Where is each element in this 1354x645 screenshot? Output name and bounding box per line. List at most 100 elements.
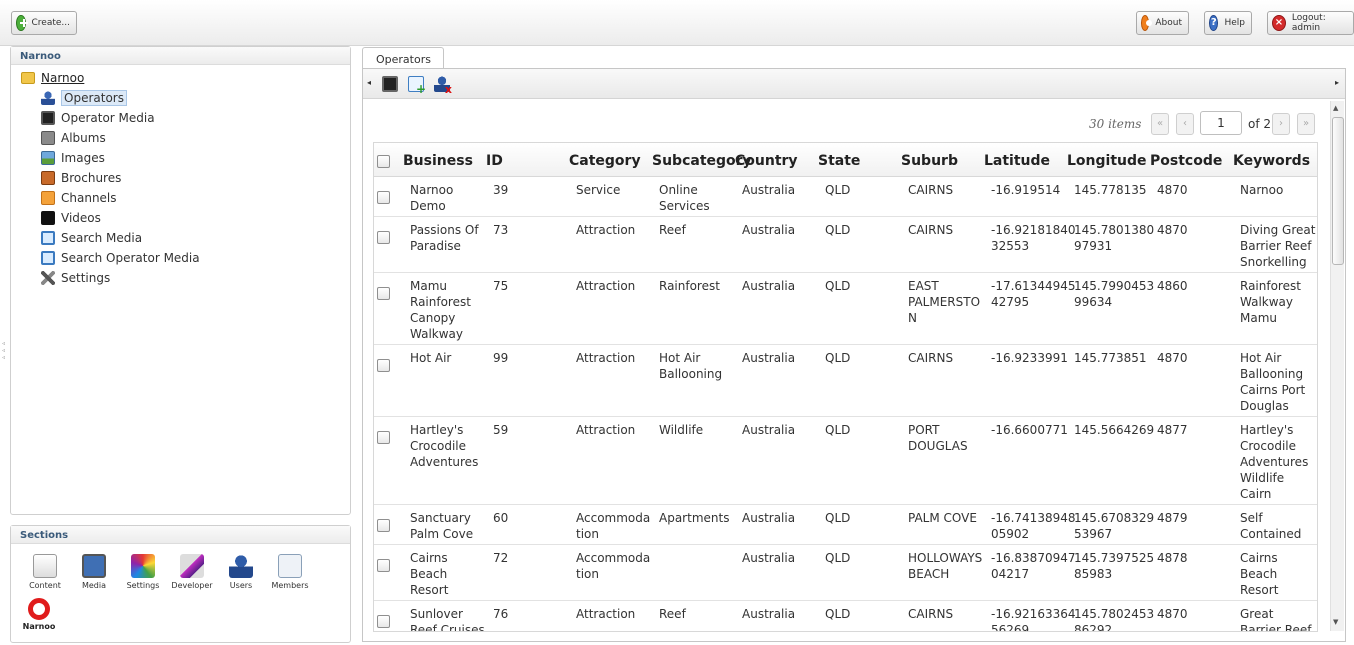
tree-item-label: Brochures <box>61 171 122 185</box>
cell-country: Australia <box>742 183 796 197</box>
tree-root[interactable]: Narnoo <box>21 71 84 85</box>
section-developer[interactable]: Developer <box>168 554 216 590</box>
scroll-right-icon[interactable]: ▸ <box>1335 78 1339 87</box>
row-checkbox[interactable] <box>377 191 390 204</box>
cell-business: Hartley's Crocodile Adventures <box>410 423 479 469</box>
table-row[interactable]: Sunlover Reef Cruises 76 Attraction Reef Aus… <box>374 601 1317 631</box>
tree-item-label: Search Media <box>61 231 143 245</box>
row-checkbox[interactable] <box>377 359 390 372</box>
scroll-left-icon[interactable]: ◂ <box>367 78 371 87</box>
column-header-suburb[interactable]: Suburb <box>901 153 958 169</box>
column-header-keywords[interactable]: Keywords <box>1233 153 1310 169</box>
table-row[interactable]: Passions Of Paradise 73 Attraction Reef Aust… <box>374 217 1317 273</box>
column-header-id[interactable]: ID <box>486 153 503 169</box>
cell-postcode: 4879 <box>1157 511 1188 525</box>
tree-root-label: Narnoo <box>41 71 85 85</box>
help-button[interactable]: ? Help <box>1204 11 1252 35</box>
settings-icon <box>131 554 155 578</box>
cell-category: Service <box>576 183 621 197</box>
section-content[interactable]: Content <box>21 554 69 590</box>
section-label: Members <box>271 581 309 590</box>
cell-id: 76 <box>493 607 509 621</box>
row-checkbox[interactable] <box>377 559 390 572</box>
add-icon <box>16 15 28 31</box>
row-checkbox[interactable] <box>377 519 390 532</box>
row-checkbox[interactable] <box>377 231 390 244</box>
row-checkbox[interactable] <box>377 615 390 628</box>
cell-state: QLD <box>825 423 851 437</box>
tree-item-search-media[interactable]: Search Media <box>41 229 142 247</box>
row-checkbox[interactable] <box>377 431 390 444</box>
cell-postcode: 4870 <box>1157 607 1188 621</box>
tree-item-settings[interactable]: Settings <box>41 269 110 287</box>
developer-icon <box>180 554 204 578</box>
narnoo-logo[interactable]: Narnoo <box>21 598 57 631</box>
row-checkbox[interactable] <box>377 287 390 300</box>
cell-longitude: 145.7990453 99634 <box>1074 279 1155 309</box>
page-count: of 2 <box>1248 117 1272 131</box>
prev-page-button[interactable]: ‹ <box>1176 113 1194 135</box>
cell-suburb: PORT DOUGLAS <box>908 423 968 453</box>
panel-collapse-handle[interactable]: ◃ ◃ ◃ <box>2 340 8 361</box>
table-row[interactable]: Cairns Beach Resort 72 Accommoda tion Austr… <box>374 545 1317 601</box>
tree-item-operators[interactable]: Operators <box>41 89 127 107</box>
tree-item-operator-media[interactable]: Operator Media <box>41 109 155 127</box>
column-header-postcode[interactable]: Postcode <box>1150 153 1222 169</box>
tree-item-channels[interactable]: Channels <box>41 189 117 207</box>
vertical-scrollbar[interactable]: ▲ ▼ <box>1330 101 1344 631</box>
column-header-country[interactable]: Country <box>735 153 798 169</box>
select-all-checkbox[interactable] <box>377 155 390 168</box>
cell-id: 73 <box>493 223 509 237</box>
cell-keywords: Hartley's Crocodile Adventures Wildlife … <box>1240 423 1309 501</box>
tab-operators[interactable]: Operators <box>362 47 444 69</box>
tree-item-videos[interactable]: Videos <box>41 209 101 227</box>
column-header-state[interactable]: State <box>818 153 860 169</box>
table-row[interactable]: Sanctuary Palm Cove 60 Accommoda tion Apart… <box>374 505 1317 545</box>
section-members[interactable]: Members <box>266 554 314 590</box>
next-page-button[interactable]: › <box>1272 113 1290 135</box>
cell-business: Hot Air <box>410 351 452 365</box>
tree-item-albums[interactable]: Albums <box>41 129 106 147</box>
section-media[interactable]: Media <box>70 554 118 590</box>
table-row[interactable]: Hot Air 99 Attraction Hot Air Ballooning Aus… <box>374 345 1317 417</box>
cell-postcode: 4878 <box>1157 551 1188 565</box>
remove-user-icon[interactable] <box>434 76 452 96</box>
column-header-business[interactable]: Business <box>403 153 473 169</box>
film-icon[interactable] <box>382 76 398 92</box>
cell-state: QLD <box>825 279 851 293</box>
table-row[interactable]: Narnoo Demo 39 Service Online Services Austr… <box>374 177 1317 217</box>
scrollbar-thumb[interactable] <box>1332 117 1344 265</box>
cell-postcode: 4877 <box>1157 423 1188 437</box>
table-row[interactable]: Mamu Rainforest Canopy Walkway 75 Attracti… <box>374 273 1317 345</box>
tree-item-images[interactable]: Images <box>41 149 105 167</box>
about-button[interactable]: About <box>1136 11 1189 35</box>
scroll-down-icon[interactable]: ▼ <box>1333 618 1338 626</box>
cell-country: Australia <box>742 511 796 525</box>
image-icon <box>41 151 55 165</box>
column-header-longitude[interactable]: Longitude <box>1067 153 1147 169</box>
tree-item-brochures[interactable]: Brochures <box>41 169 121 187</box>
logout-button[interactable]: × Logout: admin <box>1267 11 1354 35</box>
column-header-category[interactable]: Category <box>569 153 641 169</box>
page-number-input[interactable]: 1 <box>1200 111 1242 135</box>
cell-suburb: CAIRNS <box>908 223 954 237</box>
column-header-latitude[interactable]: Latitude <box>984 153 1050 169</box>
add-operator-icon[interactable] <box>408 76 426 96</box>
cell-state: QLD <box>825 551 851 565</box>
tree-panel-title: Narnoo <box>11 47 350 65</box>
last-page-button[interactable]: » <box>1297 113 1315 135</box>
album-icon <box>41 131 55 145</box>
section-users[interactable]: Users <box>217 554 265 590</box>
cell-id: 99 <box>493 351 509 365</box>
table-row[interactable]: Hartley's Crocodile Adventures 59 Attracti… <box>374 417 1317 505</box>
section-settings[interactable]: Settings <box>119 554 167 590</box>
cell-subcategory: Wildlife <box>659 423 704 437</box>
first-page-button[interactable]: « <box>1151 113 1169 135</box>
media-icon <box>82 554 106 578</box>
cell-subcategory: Reef <box>659 223 686 237</box>
cell-keywords: Narnoo <box>1240 183 1284 197</box>
cell-business: Cairns Beach Resort <box>410 551 449 597</box>
tree-item-search-operator-media[interactable]: Search Operator Media <box>41 249 200 267</box>
create-button[interactable]: Create... <box>11 11 77 35</box>
scroll-up-icon[interactable]: ▲ <box>1333 104 1338 112</box>
